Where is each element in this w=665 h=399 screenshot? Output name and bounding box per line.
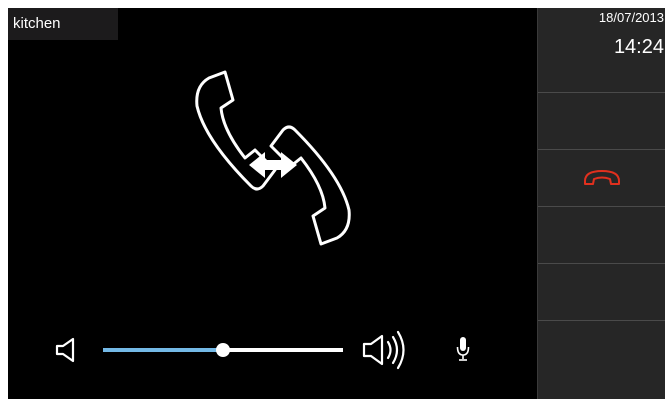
right-handset-icon (269, 125, 351, 246)
volume-slider-fill (103, 348, 223, 352)
time-display: 14:24 (613, 36, 664, 58)
sidebar: 18/07/2013 14:24 (537, 8, 665, 399)
intercom-call-active-icon (195, 70, 351, 246)
speaker-high-icon[interactable] (358, 328, 412, 372)
hangup-button[interactable] (538, 150, 665, 207)
microphone-icon[interactable] (456, 336, 470, 362)
call-view: kitchen (8, 8, 537, 399)
location-label: kitchen (8, 8, 118, 40)
sidebar-button-empty-1[interactable] (538, 93, 665, 150)
sidebar-button-empty-3[interactable] (538, 264, 665, 321)
speaker-low-icon[interactable] (53, 336, 83, 364)
volume-slider-knob[interactable] (216, 343, 230, 357)
sidebar-button-empty-4[interactable] (538, 321, 665, 399)
volume-slider[interactable] (103, 343, 343, 357)
date-display: 18/07/2013 (598, 10, 664, 25)
sidebar-button-empty-2[interactable] (538, 207, 665, 264)
intercom-screen: kitchen 18/07/2013 14:24 (8, 8, 665, 399)
clock-panel: 18/07/2013 14:24 (538, 8, 665, 93)
location-name: kitchen (13, 15, 61, 32)
volume-control (53, 328, 493, 372)
hangup-icon (584, 170, 620, 185)
